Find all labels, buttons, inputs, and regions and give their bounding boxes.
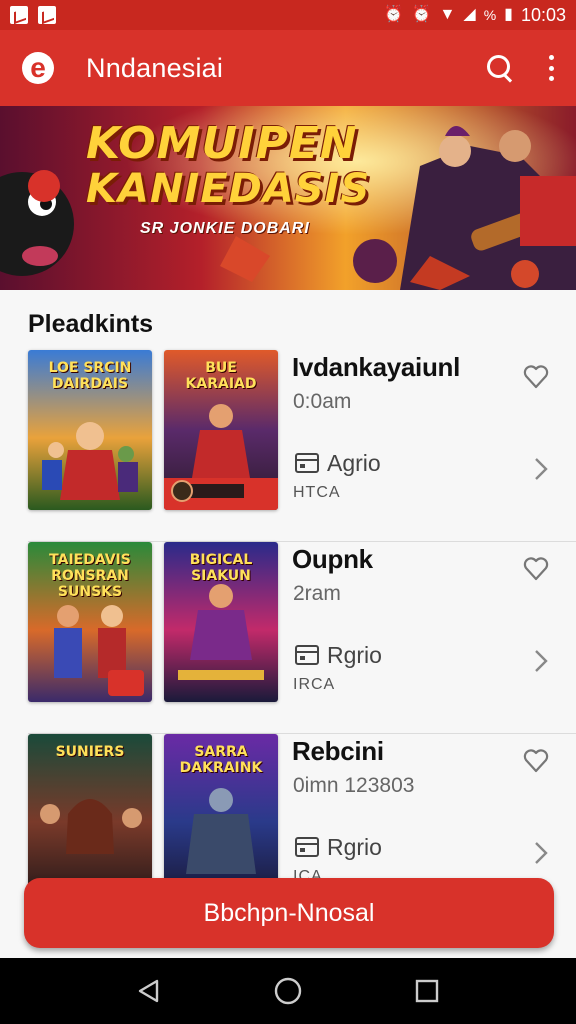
cover-title: SUNIERS <box>55 744 125 760</box>
chevron-right-icon[interactable] <box>533 456 549 482</box>
game-cover-image[interactable]: SARRA DAKRAINK <box>164 734 278 894</box>
gallery-notification-icon <box>10 6 28 24</box>
app-title: Nndanesiai <box>86 52 224 83</box>
item-meta: 0:0am <box>293 390 352 413</box>
item-name: Oupnk <box>292 544 373 574</box>
status-time: 10:03 <box>520 4 566 25</box>
ticket-icon <box>295 645 319 665</box>
chevron-right-icon[interactable] <box>533 840 549 866</box>
item-meta: 0imn 123803 <box>293 774 415 797</box>
cover-title: BUE KARAIAD <box>185 360 257 392</box>
list-item[interactable]: TAIEDAVIS RONSRAN SUNSKS BIGICAL SIAKUN … <box>28 542 576 734</box>
cover-title: TAIEDAVIS RONSRAN SUNSKS <box>49 552 131 600</box>
battery-icon: ▮ <box>504 6 513 23</box>
ticket-icon <box>295 837 319 857</box>
cover-title: SARRA DAKRAINK <box>179 744 263 776</box>
cta-container: Bbchpn-Nnosal <box>24 878 554 948</box>
chevron-right-icon[interactable] <box>533 648 549 674</box>
item-ticket-label: Agrio <box>327 450 381 476</box>
app-logo-icon[interactable]: e <box>22 52 54 84</box>
favorite-heart-icon[interactable] <box>522 362 550 390</box>
list-item[interactable]: LOE SRCIN DAIRDAIS BUE KARAIAD Ivdankaya… <box>28 350 576 542</box>
item-ticket-label: Rgrio <box>327 834 382 860</box>
alarm-icon-2: ⏰ <box>411 6 432 23</box>
item-ticket-label: Rgrio <box>327 642 382 668</box>
alarm-icon: ⏰ <box>383 6 404 23</box>
game-cover-image[interactable]: BUE KARAIAD <box>164 350 278 510</box>
content-area: Pleadkints LOE SRCIN DAIRDAIS BUE KARAIA… <box>0 290 576 958</box>
promo-banner[interactable]: KOMUIPEN KANIEDASIS SR JONKIE DOBARI <box>0 106 576 290</box>
wifi-icon: ▼ <box>439 6 456 23</box>
game-cover-image[interactable]: LOE SRCIN DAIRDAIS <box>28 350 152 510</box>
system-nav-bar <box>0 958 576 1024</box>
item-code: HTCA <box>293 484 341 501</box>
app-bar: e Nndanesiai <box>0 30 576 106</box>
status-bar: ⏰ ⏰ ▼ ◢ % ▮ 10:03 <box>0 0 576 30</box>
app-actions <box>486 54 554 82</box>
status-notifications <box>10 6 56 24</box>
cover-title: LOE SRCIN DAIRDAIS <box>48 360 132 392</box>
game-cover-image[interactable]: BIGICAL SIAKUN <box>164 542 278 702</box>
cover-title: BIGICAL SIAKUN <box>189 552 253 584</box>
item-name: Rebcini <box>292 736 384 766</box>
favorite-heart-icon[interactable] <box>522 746 550 774</box>
home-icon[interactable] <box>268 971 308 1011</box>
status-indicators: ⏰ ⏰ ▼ ◢ % ▮ 10:03 <box>384 5 566 26</box>
favorite-heart-icon[interactable] <box>522 554 550 582</box>
item-code: IRCA <box>293 676 336 693</box>
banner-title-line1: KOMUIPEN <box>86 118 358 169</box>
more-options-icon[interactable] <box>548 55 554 81</box>
app-notification-icon <box>38 6 56 24</box>
banner-subtitle: SR JONKIE DOBARI <box>140 220 310 237</box>
signal-icon: ◢ <box>463 6 476 23</box>
section-title: Pleadkints <box>28 310 154 338</box>
search-icon[interactable] <box>486 54 514 82</box>
back-icon[interactable] <box>129 971 169 1011</box>
primary-action-button[interactable]: Bbchpn-Nnosal <box>24 878 554 948</box>
recents-icon[interactable] <box>407 971 447 1011</box>
battery-percent: % <box>483 7 497 23</box>
ticket-icon <box>295 453 319 473</box>
item-meta: 2ram <box>293 582 341 605</box>
item-name: Ivdankayaiunl <box>292 352 461 382</box>
game-cover-image[interactable]: TAIEDAVIS RONSRAN SUNSKS <box>28 542 152 702</box>
game-cover-image[interactable]: SUNIERS <box>28 734 152 894</box>
banner-title-line2: KANIEDASIS <box>86 166 371 212</box>
